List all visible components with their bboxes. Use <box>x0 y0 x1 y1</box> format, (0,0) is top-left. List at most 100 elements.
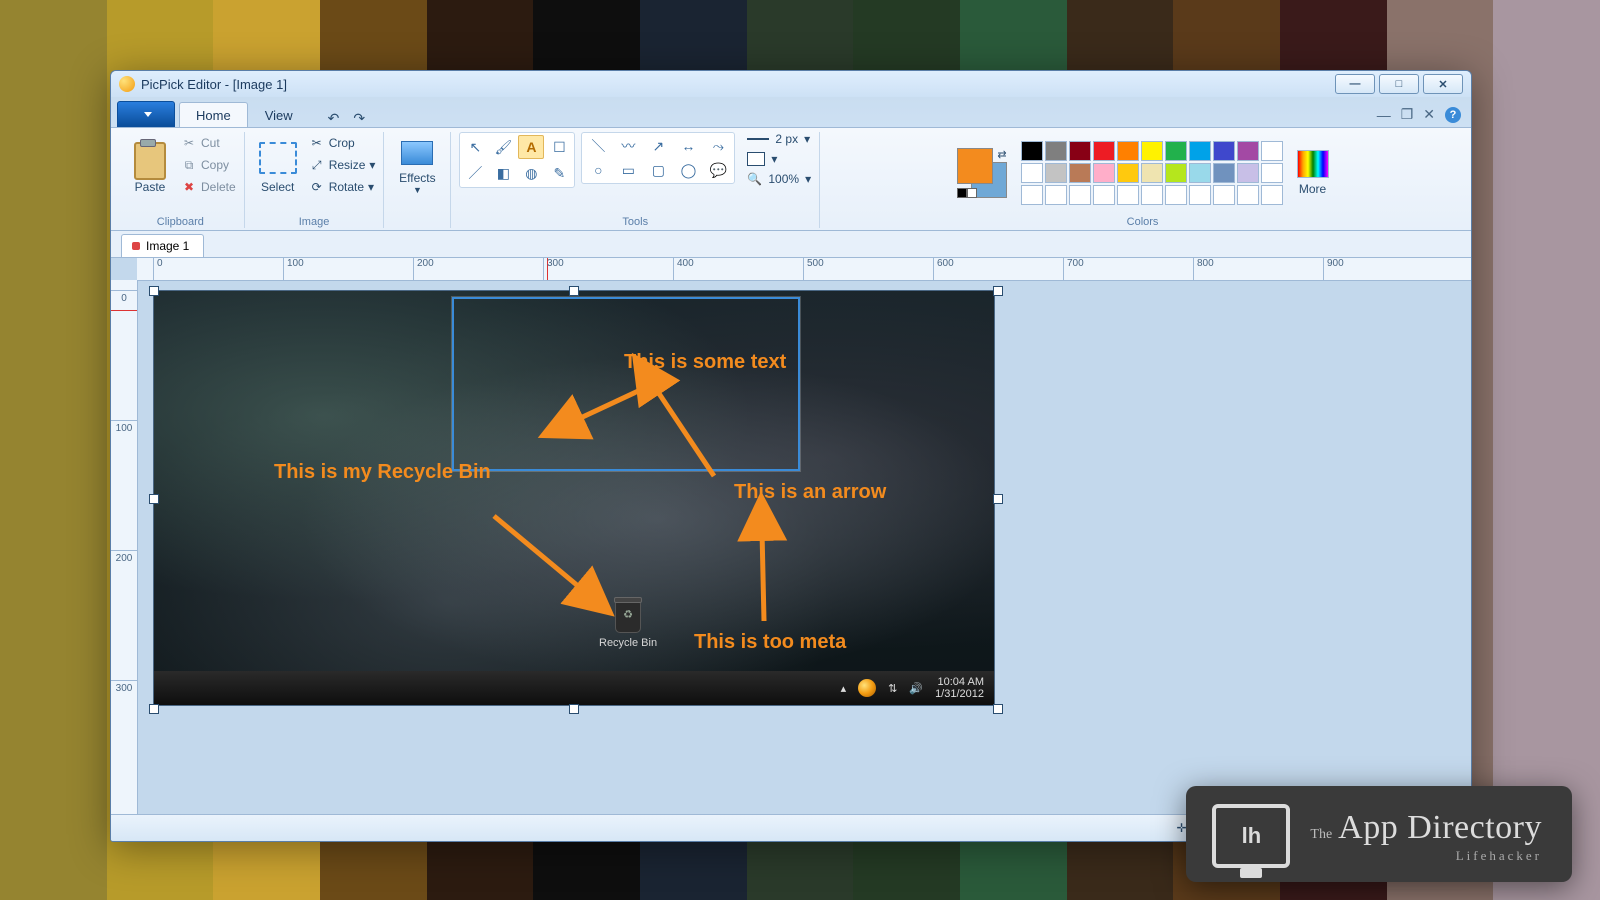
stamp-tool[interactable]: ☐ <box>546 135 572 159</box>
annotation-text-4[interactable]: This is too meta <box>694 631 846 654</box>
resize-handle[interactable] <box>569 704 579 714</box>
color-swatch[interactable] <box>1093 141 1115 161</box>
color-swatch[interactable] <box>1261 141 1283 161</box>
color-swatch[interactable] <box>1069 185 1091 205</box>
resize-handle[interactable] <box>993 286 1003 296</box>
color-swatch[interactable] <box>1045 185 1067 205</box>
close-button[interactable]: ✕ <box>1423 74 1463 94</box>
color-swatch[interactable] <box>1069 163 1091 183</box>
color-swatch[interactable] <box>1021 185 1043 205</box>
select-button[interactable]: Select <box>253 132 303 204</box>
rect-shape[interactable]: ▭ <box>614 159 642 181</box>
color-swatch[interactable] <box>1189 185 1211 205</box>
fg-color-swatch[interactable] <box>957 148 993 184</box>
brush-tool[interactable]: 🖌 <box>490 135 516 159</box>
help-button[interactable]: ? <box>1445 107 1461 123</box>
swap-colors-icon[interactable]: ⇄ <box>997 148 1006 161</box>
ellipse-shape[interactable]: ○ <box>584 159 612 181</box>
maximize-button[interactable]: □ <box>1379 74 1419 94</box>
color-swatch[interactable] <box>1213 163 1235 183</box>
pointer-tool[interactable]: ↖ <box>462 135 488 159</box>
color-swatch[interactable] <box>1021 141 1043 161</box>
color-swatch[interactable] <box>1141 185 1163 205</box>
resize-handle[interactable] <box>149 286 159 296</box>
blur-tool[interactable]: ◍ <box>518 161 544 185</box>
resize-handle[interactable] <box>993 704 1003 714</box>
arrow-shape[interactable]: ↗ <box>644 135 672 157</box>
tab-view[interactable]: View <box>248 102 310 127</box>
resize-handle[interactable] <box>569 286 579 296</box>
color-swatch[interactable] <box>1165 163 1187 183</box>
color-swatch[interactable] <box>1093 163 1115 183</box>
mdi-close-button[interactable]: ✕ <box>1423 106 1435 123</box>
roundrect-shape[interactable]: ▢ <box>644 159 672 181</box>
text-tool[interactable]: A <box>518 135 544 159</box>
volume-icon[interactable]: 🔊 <box>909 682 923 695</box>
polyline-shape[interactable]: ⤳ <box>704 135 732 157</box>
color-swatch[interactable] <box>1045 141 1067 161</box>
line-shape[interactable]: ＼ <box>584 135 612 157</box>
effects-button[interactable]: Effects ▼ <box>392 132 442 204</box>
tray-arrow-icon[interactable]: ▴ <box>841 682 847 695</box>
rotate-button[interactable]: ⟳Rotate ▾ <box>309 176 376 198</box>
resize-button[interactable]: ⤢Resize ▾ <box>309 154 376 176</box>
speech-shape[interactable]: 💬 <box>704 159 732 181</box>
line-width-selector[interactable]: 2 px ▾ <box>747 132 811 146</box>
resize-handle[interactable] <box>149 494 159 504</box>
color-swatch[interactable] <box>1237 163 1259 183</box>
color-swatch[interactable] <box>1261 163 1283 183</box>
fill-selector[interactable]: ▾ <box>747 152 811 166</box>
double-arrow-shape[interactable]: ↔ <box>674 135 702 157</box>
zoom-selector[interactable]: 🔍100% ▾ <box>747 172 811 186</box>
default-colors-icon[interactable] <box>957 188 977 198</box>
color-swatch[interactable] <box>1045 163 1067 183</box>
color-swatch[interactable] <box>1189 163 1211 183</box>
color-swatch[interactable] <box>1021 163 1043 183</box>
eraser-tool[interactable]: ◧ <box>490 161 516 185</box>
recycle-bin-icon[interactable]: Recycle Bin <box>599 601 657 649</box>
color-swatch[interactable] <box>1237 141 1259 161</box>
tray-app-icon[interactable] <box>858 679 876 697</box>
color-swatch[interactable] <box>1141 141 1163 161</box>
curve-shape[interactable]: 〰 <box>614 135 642 157</box>
document-tab[interactable]: Image 1 <box>121 234 204 257</box>
undo-button[interactable]: ↶ <box>328 110 340 127</box>
color-swatch[interactable] <box>1093 185 1115 205</box>
color-swatch[interactable] <box>1069 141 1091 161</box>
color-swatch[interactable] <box>1117 185 1139 205</box>
paste-button[interactable]: Paste <box>125 132 175 204</box>
title-bar[interactable]: PicPick Editor - [Image 1] — □ ✕ <box>111 71 1471 97</box>
canvas-viewport[interactable]: This is some text This is my Recycle Bin… <box>137 280 1471 814</box>
color-swatch[interactable] <box>1165 185 1187 205</box>
color-swatch[interactable] <box>1117 141 1139 161</box>
mdi-minimize-button[interactable]: — <box>1377 107 1391 123</box>
selection-rect[interactable] <box>452 297 800 471</box>
copy-button[interactable]: ⧉Copy <box>181 154 236 176</box>
delete-button[interactable]: ✖Delete <box>181 176 236 198</box>
color-swatch[interactable] <box>1189 141 1211 161</box>
file-menu-button[interactable] <box>117 101 175 127</box>
color-swatch[interactable] <box>1213 141 1235 161</box>
color-swatch[interactable] <box>1261 185 1283 205</box>
minimize-button[interactable]: — <box>1335 74 1375 94</box>
color-swatch[interactable] <box>1141 163 1163 183</box>
annotation-text-2[interactable]: This is my Recycle Bin <box>274 461 491 484</box>
color-swatch[interactable] <box>1213 185 1235 205</box>
resize-handle[interactable] <box>993 494 1003 504</box>
callout-shape[interactable]: ◯ <box>674 159 702 181</box>
mdi-restore-button[interactable]: ❐ <box>1401 106 1414 123</box>
marker-tool[interactable]: ／ <box>462 161 488 185</box>
network-icon[interactable]: ⇅ <box>888 682 897 695</box>
annotation-text-1[interactable]: This is some text <box>624 351 786 374</box>
annotation-text-3[interactable]: This is an arrow <box>734 481 886 504</box>
tab-home[interactable]: Home <box>179 102 248 127</box>
crop-button[interactable]: ✂Crop <box>309 132 376 154</box>
color-fg-bg[interactable]: ⇄ <box>957 148 1007 198</box>
cut-button[interactable]: ✂Cut <box>181 132 236 154</box>
color-swatch[interactable] <box>1165 141 1187 161</box>
more-colors-button[interactable]: More <box>1289 137 1337 209</box>
color-swatch[interactable] <box>1237 185 1259 205</box>
color-swatch[interactable] <box>1117 163 1139 183</box>
canvas[interactable]: This is some text This is my Recycle Bin… <box>153 290 995 706</box>
picker-tool[interactable]: ✎ <box>546 161 572 185</box>
